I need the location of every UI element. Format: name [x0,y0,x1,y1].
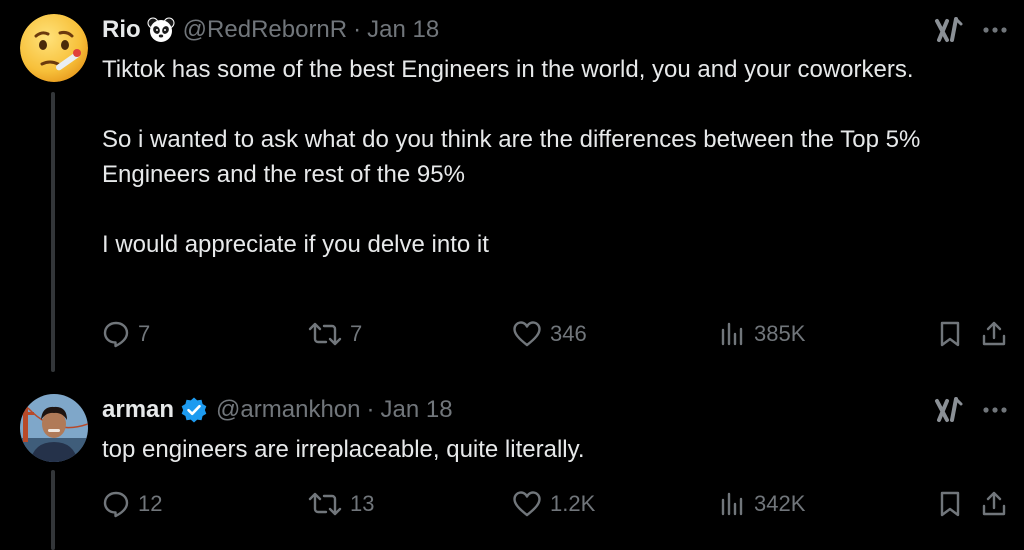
action-bar: 7 7 346 385K [102,314,1008,354]
bookmark-button[interactable] [938,484,962,524]
reply-count: 7 [138,321,151,346]
grok-icon[interactable] [934,16,964,44]
bookmark-icon [940,321,960,347]
tweet-header: Rio @RedRebornR · Jan 18 [102,12,439,48]
like-count: 1.2K [550,491,596,516]
panda-face-icon [147,16,175,44]
display-name[interactable]: arman [102,396,174,424]
repost-icon [308,322,342,346]
repost-icon [308,492,342,516]
user-handle[interactable]: @armankhon [216,396,360,424]
verified-badge-icon [180,396,208,424]
heart-icon [513,491,541,517]
thread-line [51,92,55,372]
views-count: 385K [754,321,806,346]
tweet-text: top engineers are irreplaceable, quite l… [102,436,585,463]
post-date[interactable]: Jan 18 [380,396,452,424]
tweet-header: arman @armankhon · Jan 18 [102,392,453,428]
like-button[interactable]: 346 [512,314,587,354]
avatar[interactable] [20,394,88,462]
like-button[interactable]: 1.2K [512,484,595,524]
more-options-icon[interactable] [982,406,1008,414]
repost-button[interactable]: 7 [308,314,362,354]
share-button[interactable] [980,314,1008,354]
grok-icon[interactable] [934,396,964,424]
reply-icon [103,321,129,348]
like-count: 346 [550,321,587,346]
reply-button[interactable]: 12 [102,484,162,524]
more-options-icon[interactable] [982,26,1008,34]
views-chart-icon [721,492,743,516]
tweet-text: Tiktok has some of the best Engineers in… [102,56,921,258]
user-handle[interactable]: @RedRebornR [183,16,347,44]
separator-dot: · [353,16,362,43]
post-date[interactable]: Jan 18 [367,16,439,44]
repost-count: 13 [350,491,375,516]
share-icon [982,491,1006,516]
reply-count: 12 [138,491,163,516]
avatar[interactable] [20,14,88,82]
bookmark-icon [940,491,960,517]
thread-line [51,470,55,550]
reply-icon [103,491,129,518]
share-icon [982,321,1006,346]
reply-button[interactable]: 7 [102,314,150,354]
display-name[interactable]: Rio [102,16,141,44]
action-bar: 12 13 1.2K 342K [102,484,1008,524]
views-button[interactable]: 385K [718,314,805,354]
views-chart-icon [721,322,743,346]
share-button[interactable] [980,484,1008,524]
tweet[interactable]: arman @armankhon · Jan 18 top engineers … [0,378,1024,550]
separator-dot: · [366,396,375,423]
repost-count: 7 [350,321,363,346]
repost-button[interactable]: 13 [308,484,374,524]
bookmark-button[interactable] [938,314,962,354]
tweet[interactable]: Rio @RedRebornR · Jan 18 Tiktok has some… [0,0,1024,372]
views-button[interactable]: 342K [718,484,805,524]
heart-icon [513,321,541,347]
views-count: 342K [754,491,806,516]
